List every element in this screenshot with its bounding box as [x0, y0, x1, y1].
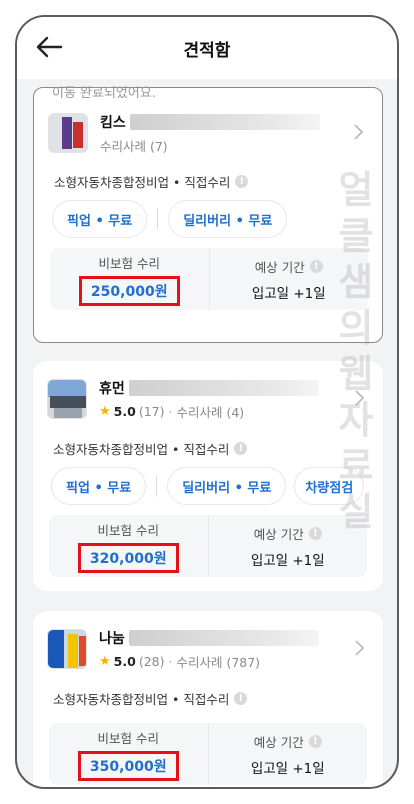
category-text: 소형자동차종합정비업 • 직접수리: [53, 442, 230, 457]
info-icon[interactable]: !: [234, 442, 248, 455]
quote-card: 이동 완료되었어요. 킴스 수리사례 (7) 소형자동차종합정비업 • 직접수리…: [33, 86, 383, 343]
chip-divider: [156, 475, 158, 497]
blurred-name: [129, 113, 320, 130]
service-chips: 픽업 • 무료 딜리버리 • 무료: [52, 200, 288, 238]
shop-category: 소형자동차종합정비업 • 직접수리!: [53, 439, 248, 458]
price-value: 250,000원: [78, 275, 180, 306]
phone-frame: 견적함 이동 완료되었어요. 킴스 수리사례 (7) 소형자동차종합정비업 • …: [15, 15, 399, 789]
separator: ·: [168, 403, 173, 419]
period-label: 예상 기간: [253, 526, 304, 542]
header: 견적함: [17, 17, 397, 79]
period-value: 입고일 +1일: [250, 760, 325, 777]
quote-card: 휴먼 ★ 5.0 (17) · 수리사례 (4) 소형자동차종합정비업 • 직접…: [33, 361, 383, 591]
shop-name: 킴스: [100, 114, 126, 131]
shop-thumbnail: [48, 113, 88, 153]
page-title: 견적함: [183, 40, 231, 61]
chevron-right-icon: [354, 124, 364, 140]
inspection-chip[interactable]: 차량점검: [294, 467, 365, 505]
period-label: 예상 기간: [253, 734, 304, 750]
back-arrow-icon[interactable]: [35, 35, 63, 59]
service-chips: 픽업 • 무료 딜리버리 • 무료 차량점검: [51, 467, 365, 505]
chevron-right-icon: [355, 390, 365, 406]
star-icon: ★: [99, 403, 111, 419]
price-label: 비보험 수리: [97, 522, 159, 538]
pickup-chip[interactable]: 픽업 • 무료: [52, 200, 148, 238]
shop-name: 나눔: [99, 630, 125, 647]
price-label: 비보험 수리: [98, 255, 160, 271]
repair-count: 수리사례 (787): [176, 654, 261, 670]
price-box: 비보험 수리 320,000원 예상 기간! 입고일 +1일: [49, 515, 367, 577]
price-value: 350,000원: [77, 750, 179, 781]
quote-list[interactable]: 이동 완료되었어요. 킴스 수리사례 (7) 소형자동차종합정비업 • 직접수리…: [17, 79, 397, 787]
repair-count: 수리사례 (7): [100, 138, 168, 154]
delivery-chip[interactable]: 딜리버리 • 무료: [168, 200, 288, 238]
shop-row[interactable]: 나눔 ★ 5.0 (28) · 수리사례 (787): [47, 627, 373, 671]
info-icon[interactable]: !: [309, 259, 323, 273]
pickup-chip[interactable]: 픽업 • 무료: [51, 467, 147, 505]
blurred-name: [128, 629, 319, 646]
review-count: (28): [138, 653, 165, 669]
separator: ·: [168, 653, 173, 669]
shop-thumbnail: [47, 379, 87, 419]
star-icon: ★: [99, 653, 111, 669]
review-count: (17): [138, 403, 165, 419]
period-value: 입고일 +1일: [250, 552, 325, 569]
price-box: 비보험 수리 250,000원 예상 기간! 입고일 +1일: [50, 248, 368, 310]
info-icon[interactable]: !: [308, 734, 322, 748]
shop-name: 휴먼: [99, 380, 125, 397]
period-label: 예상 기간: [254, 259, 305, 275]
blurred-name: [128, 379, 319, 396]
category-text: 소형자동차종합정비업 • 직접수리: [53, 692, 230, 707]
chip-divider: [157, 208, 159, 230]
rating: 5.0: [113, 403, 136, 419]
shop-row[interactable]: 킴스 수리사례 (7): [48, 111, 372, 155]
category-text: 소형자동차종합정비업 • 직접수리: [54, 175, 231, 190]
info-icon[interactable]: !: [234, 692, 248, 705]
shop-category: 소형자동차종합정비업 • 직접수리!: [53, 689, 248, 708]
info-icon[interactable]: !: [235, 175, 249, 188]
shop-category: 소형자동차종합정비업 • 직접수리!: [54, 172, 249, 191]
chevron-right-icon: [355, 640, 365, 656]
partial-status-text: 이동 완료되었어요.: [52, 86, 156, 101]
shop-row[interactable]: 휴먼 ★ 5.0 (17) · 수리사례 (4): [47, 377, 373, 421]
shop-thumbnail: [47, 629, 87, 669]
price-value: 320,000원: [77, 542, 179, 573]
quote-card: 나눔 ★ 5.0 (28) · 수리사례 (787) 소형자동차종합정비업 • …: [33, 611, 383, 787]
info-icon[interactable]: !: [308, 526, 322, 540]
price-label: 비보험 수리: [97, 730, 159, 746]
rating: 5.0: [113, 653, 136, 669]
delivery-chip[interactable]: 딜리버리 • 무료: [167, 467, 287, 505]
period-value: 입고일 +1일: [251, 285, 326, 302]
price-box: 비보험 수리 350,000원 예상 기간! 입고일 +1일: [49, 723, 367, 785]
repair-count: 수리사례 (4): [176, 404, 245, 420]
